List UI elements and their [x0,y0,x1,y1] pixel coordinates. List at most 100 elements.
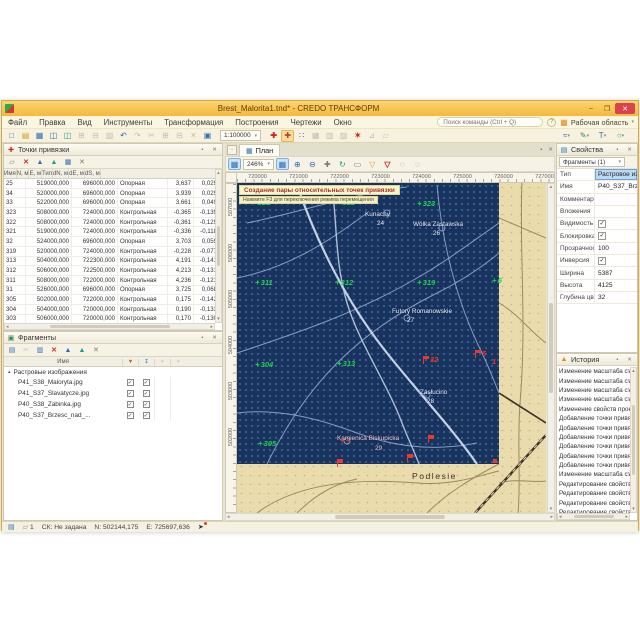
property-value[interactable] [594,194,637,205]
zoom-combo[interactable]: 246% ▾ [243,159,274,170]
history-item[interactable]: Добавление точки привязки [557,433,630,442]
visibility-checkbox[interactable]: ✓ [122,412,138,419]
visibility-checkbox[interactable]: ✓ [122,401,138,408]
delete-icon[interactable]: ✕ [187,130,200,142]
P41_S37_Slavatycze.jpg[interactable]: P41_S37_Slavatycze.jpg ✓ ✓ [4,388,222,399]
frame-select-icon[interactable]: ▭ [351,158,364,170]
filter-icon[interactable]: ▼ [122,359,138,365]
command-search-input[interactable] [437,117,543,127]
view-close-icon[interactable]: ✕ [546,145,555,154]
new-project-icon[interactable]: □ [5,130,18,142]
scroll-down-icon[interactable]: ▾ [216,316,221,322]
history-horizontal-scrollbar[interactable]: ◂ ▸ [557,513,630,520]
point-marker[interactable]: + 312 [335,278,353,287]
properties-icon[interactable]: ▣ [201,130,214,142]
points-horizontal-scrollbar[interactable]: ◂ ▸ [4,323,215,330]
scroll-up-icon[interactable]: ▴ [631,368,636,374]
column-header-name[interactable]: Имя [4,359,122,365]
property-value[interactable]: ✓ [594,218,637,229]
view-menu-icon[interactable]: ▫ [227,145,237,155]
text-tool-picker-icon[interactable]: T▾ [594,130,611,142]
measure-icon[interactable]: ⊿ [365,130,378,142]
lock-checkbox[interactable]: ✓ [138,401,154,408]
view-table-toggle-icon[interactable]: ▦ [276,158,289,170]
property-value[interactable]: 100 [594,243,637,254]
export-fragment-icon[interactable]: ◫ [61,130,74,142]
pan-tool-icon[interactable]: ✚ [321,158,334,170]
column-header[interactable]: dS, м [85,169,101,178]
workspace-switcher[interactable]: ▦ Рабочая область ▾ [560,118,634,127]
property-value[interactable]: P40_S37_Brzesc_... [594,181,637,192]
P40_S38_Zabinka.jpg[interactable]: P40_S38_Zabinka.jpg ✓ ✓ [4,399,222,410]
visibility-checkbox[interactable]: ✓ [122,379,138,386]
cut-icon[interactable]: ✂ [145,130,158,142]
point-marker[interactable]: + + [340,436,350,445]
zoom-out-icon[interactable]: ⊖ [306,158,319,170]
33[interactable]: 33 522000,000 696000,000 Опорная 3,661 0… [4,198,215,208]
scrollbar-thumb[interactable] [549,303,553,393]
point-marker[interactable]: + 313 [337,359,355,368]
snap-circle-icon[interactable]: ◌ [396,158,409,170]
menu-item[interactable]: Файл [2,118,33,127]
delete-point-icon[interactable]: ✕ [20,157,32,168]
close-button[interactable]: ✕ [615,103,635,114]
panel-minimize-icon[interactable]: ▪ [613,355,622,364]
history-item[interactable]: Изменение масштаба съемки [557,470,630,479]
point-marker[interactable]: + 6 [492,276,502,285]
property-value[interactable]: 4125 [594,280,637,291]
scroll-right-icon[interactable]: ▸ [209,324,214,330]
clipboard-open-icon[interactable]: ⊞ [75,130,88,142]
property-value[interactable]: ✓ [594,255,637,266]
add-anchor-point-icon[interactable]: ✚ [267,130,280,142]
save-project-icon[interactable]: ▦ [33,130,46,142]
panel-close-icon[interactable]: ✕ [210,333,219,342]
scale-combo[interactable]: 1:100000 ▾ [220,130,261,141]
scrollbar-thumb[interactable] [574,515,614,518]
plan-vertical-scrollbar[interactable]: ▴ ▾ [547,183,555,513]
delete-fragment-icon[interactable]: ✕ [48,345,60,356]
refresh-view-icon[interactable]: ↻ [336,158,349,170]
snap-circle2-icon[interactable]: ◌ [411,158,424,170]
points-vertical-scrollbar[interactable]: ▴ ▾ [215,169,222,323]
history-item[interactable]: Изменение свойств проекта [557,405,630,414]
history-item[interactable]: Изменение масштаба съемки [557,367,630,376]
panel-close-icon[interactable]: ✕ [210,145,219,154]
point-marker[interactable]: + 311 [255,278,273,287]
raise-fragment-icon[interactable]: ▲ [62,345,74,356]
history-item[interactable]: Добавление точки привязки [557,414,630,423]
305[interactable]: 305 502000,000 722000,000 Контрольная 0,… [4,295,215,305]
line-style-picker-icon[interactable]: ≈▾ [558,130,575,142]
scroll-down-icon[interactable]: ▾ [549,506,554,512]
scroll-left-icon[interactable]: ◂ [226,514,231,520]
raster-group-row[interactable]: ▴ Растровые изображения [4,367,222,377]
copy-fragment-icon[interactable]: ▥ [34,345,46,356]
history-item[interactable]: Редактирование свойств элем... [557,489,630,498]
323[interactable]: 323 508000,000 724000,000 Контрольная -0… [4,208,215,218]
property-value[interactable] [594,206,637,217]
filter-view-icon[interactable]: ▽ [366,158,379,170]
panel-close-icon[interactable]: ✕ [625,145,634,154]
25[interactable]: 25 519000,000 696000,000 Опорная 3,637 0… [4,179,215,189]
scroll-up-icon[interactable]: ▴ [549,184,554,190]
scroll-up-icon[interactable]: ▴ [216,170,221,176]
menu-item[interactable]: Правка [33,118,71,127]
object-selector-combo[interactable]: Фрагменты (1) ▾ [559,157,625,167]
fragment-grid-icon[interactable]: ▦ [309,130,322,142]
P41_S38_Maloryta.jpg[interactable]: P41_S38_Maloryta.jpg ✓ ✓ [4,377,222,388]
fragment-mask-icon[interactable]: ▨ [337,130,350,142]
cut-fragment-icon[interactable]: ✂ [20,345,32,356]
column-header[interactable]: Тип [42,169,53,178]
31[interactable]: 31 526000,000 696000,000 Опорная 3,725 0… [4,286,215,296]
point-marker[interactable]: + 305 [258,439,276,448]
search-point-icon[interactable]: ▲ [48,157,60,168]
clear-fragments-icon[interactable]: ✕ [90,345,102,356]
add-relative-pair-icon[interactable]: ✚ [281,130,294,142]
property-value[interactable]: 5387 [594,267,637,278]
history-item[interactable]: Добавление точки привязки [557,423,630,432]
lower-fragment-icon[interactable]: ▲ [76,345,88,356]
311[interactable]: 311 508000,000 722000,000 Контрольная 4,… [4,276,215,286]
column-header[interactable]: E, м [29,169,41,178]
clear-selection-icon[interactable]: ✕ [76,157,88,168]
transform-run-icon[interactable]: ✶ [351,130,364,142]
322[interactable]: 322 508000,000 724000,000 Контрольная -0… [4,218,215,228]
